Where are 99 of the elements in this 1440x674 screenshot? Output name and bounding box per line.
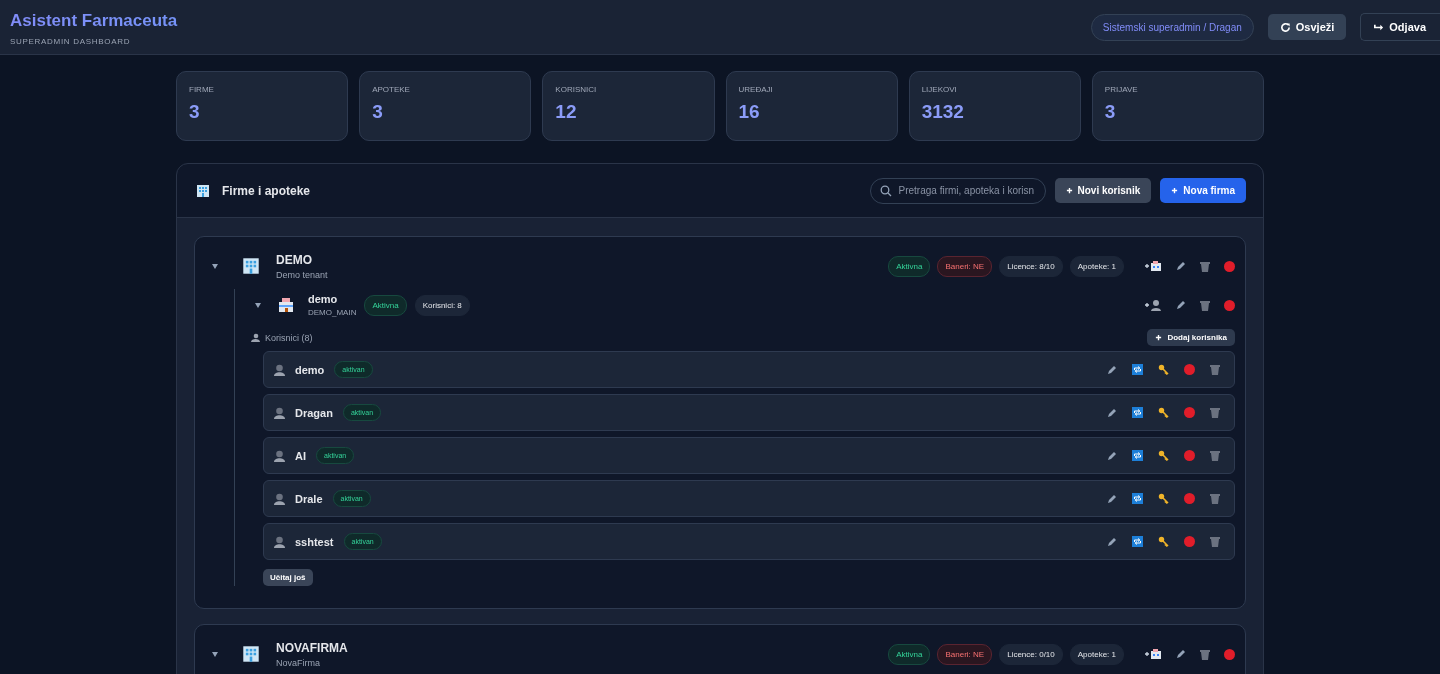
status-toggle-icon[interactable]: [1184, 450, 1195, 461]
pencil-icon[interactable]: [1107, 536, 1117, 547]
plus-icon: [1171, 187, 1179, 194]
status-badge: Licence: 0/10: [999, 643, 1063, 665]
user-name: sshtest: [295, 535, 334, 548]
repeat-icon[interactable]: [1132, 536, 1143, 547]
users-icon: [250, 333, 260, 342]
user-icon: [274, 492, 285, 505]
company-name: NOVAFIRMA: [276, 640, 348, 655]
panel-title: Firme i apoteke: [222, 183, 311, 198]
status-toggle-icon[interactable]: [1224, 260, 1235, 272]
status-badge: Apoteke: 1: [1069, 255, 1124, 277]
repeat-icon[interactable]: [1132, 364, 1143, 375]
building-icon: [196, 183, 210, 198]
trash-icon[interactable]: [1210, 364, 1220, 375]
plus-icon: [1065, 187, 1073, 194]
trash-icon[interactable]: [1210, 450, 1220, 461]
status-badge: Korisnici: 8: [414, 294, 470, 316]
add-button[interactable]: Nova firma: [1160, 178, 1246, 203]
status-badge: Apoteke: 1: [1069, 643, 1124, 665]
search-icon: [879, 184, 892, 197]
stat-label: KORISNICI: [555, 85, 598, 94]
user-icon: [274, 449, 285, 462]
status-badge: Aktivna: [888, 255, 931, 277]
pencil-icon[interactable]: [1176, 261, 1186, 271]
stat-label: APOTEKE: [372, 85, 411, 94]
company-subtitle: Demo tenant: [276, 269, 328, 280]
caret-icon[interactable]: [212, 263, 218, 269]
pencil-icon[interactable]: [1107, 407, 1117, 418]
refresh-button[interactable]: Osvježi: [1267, 14, 1347, 40]
caret-icon[interactable]: [255, 302, 261, 308]
trash-icon[interactable]: [1210, 493, 1220, 504]
user-icon: [274, 535, 285, 548]
stat-label: FIRME: [189, 85, 215, 94]
building-icon: [242, 257, 260, 275]
pencil-icon[interactable]: [1176, 649, 1186, 659]
status-badge: Baneri: NE: [937, 255, 993, 277]
building-icon: [242, 645, 260, 663]
users-label: Korisnici (8): [265, 332, 313, 343]
pharmacy-code: DEMO_MAIN: [308, 308, 357, 317]
status-badge: Aktivna: [888, 643, 931, 665]
status-toggle-icon[interactable]: [1184, 536, 1195, 547]
company-subtitle: NovaFirma: [276, 657, 321, 668]
status-toggle-icon[interactable]: [1184, 407, 1195, 418]
trash-icon[interactable]: [1210, 536, 1220, 547]
pencil-icon[interactable]: [1107, 364, 1117, 375]
user-name: AI: [295, 449, 306, 462]
key-icon[interactable]: [1158, 493, 1169, 504]
pencil-icon[interactable]: [1107, 450, 1117, 461]
logout-button[interactable]: Odjava: [1360, 13, 1440, 41]
status-badge: Baneri: NE: [937, 643, 993, 665]
user-name: Dragan: [295, 406, 333, 419]
search-field[interactable]: Pretraga firmi, apoteka i korisn: [869, 177, 1046, 204]
stat-value: 3: [189, 101, 201, 123]
app-subtitle: SUPERADMIN DASHBOARD: [10, 36, 132, 46]
key-icon[interactable]: [1158, 450, 1169, 461]
key-icon[interactable]: [1158, 364, 1169, 375]
pharmacy-building-icon: [278, 297, 294, 313]
load-more-button[interactable]: Učitaj još: [263, 569, 313, 586]
add-button[interactable]: Novi korisnik: [1054, 178, 1152, 203]
company-name: DEMO: [276, 252, 313, 267]
trash-icon[interactable]: [1200, 648, 1210, 660]
trash-icon[interactable]: [1200, 299, 1210, 311]
repeat-icon[interactable]: [1132, 407, 1143, 418]
stat-label: LIJEKOVI: [921, 85, 958, 94]
stat-value: 3132: [921, 101, 965, 123]
plus-icon: [1155, 334, 1163, 341]
add-pharmacy-icon[interactable]: [1144, 648, 1162, 660]
user-name: demo: [295, 363, 325, 376]
pencil-icon[interactable]: [1176, 300, 1186, 310]
trash-icon[interactable]: [1210, 407, 1220, 418]
status-toggle-icon[interactable]: [1224, 648, 1235, 660]
stat-label: UREĐAJI: [738, 85, 774, 94]
status-badge: Aktivna: [364, 294, 407, 316]
stat-value: 12: [555, 101, 578, 123]
pencil-icon[interactable]: [1107, 493, 1117, 504]
user-name: Drale: [295, 492, 323, 505]
stat-value: 3: [372, 101, 384, 123]
repeat-icon[interactable]: [1132, 450, 1143, 461]
key-icon[interactable]: [1158, 407, 1169, 418]
add-pharmacy-icon[interactable]: [1144, 260, 1162, 272]
caret-icon[interactable]: [212, 651, 218, 657]
add-user-icon[interactable]: [1144, 299, 1162, 311]
key-icon[interactable]: [1158, 536, 1169, 547]
user-badge: Sistemski superadmin / Dragan: [1090, 13, 1254, 41]
status-toggle-icon[interactable]: [1184, 493, 1195, 504]
user-icon: [274, 363, 285, 376]
repeat-icon[interactable]: [1132, 493, 1143, 504]
trash-icon[interactable]: [1200, 260, 1210, 272]
status-toggle-icon[interactable]: [1184, 364, 1195, 375]
refresh-icon: [1279, 21, 1291, 33]
stat-value: 16: [738, 101, 761, 123]
user-icon: [274, 406, 285, 419]
add-user-button[interactable]: Dodaj korisnika: [1147, 329, 1235, 346]
pharmacy-name: demo: [308, 293, 339, 305]
status-badge: Licence: 8/10: [999, 255, 1063, 277]
status-toggle-icon[interactable]: [1224, 299, 1235, 311]
stat-label: PRIJAVE: [1104, 85, 1139, 94]
stat-value: 3: [1104, 101, 1117, 123]
